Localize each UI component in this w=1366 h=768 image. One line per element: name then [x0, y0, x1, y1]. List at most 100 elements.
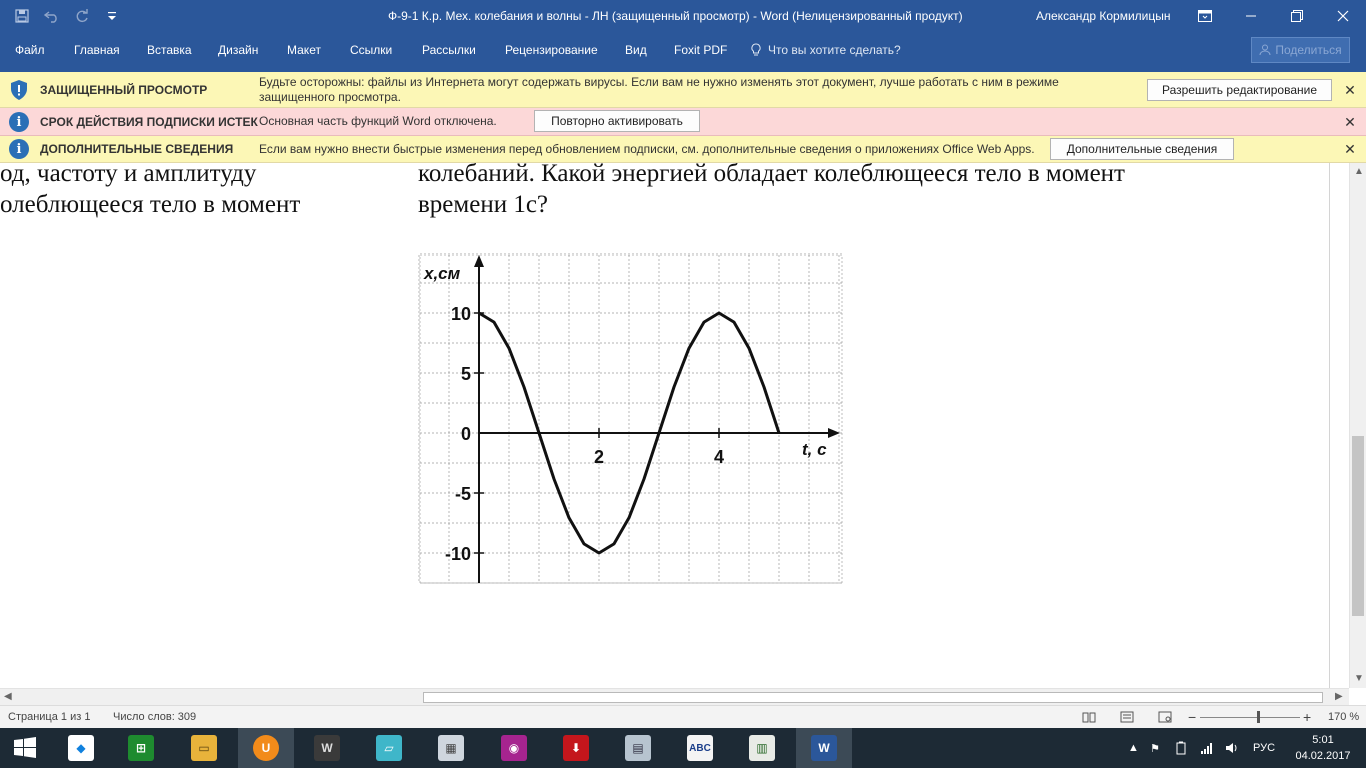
close-subscription-bar-icon[interactable]: ✕ [1343, 115, 1357, 129]
tab-home[interactable]: Главная [74, 32, 120, 68]
reactivate-button[interactable]: Повторно активировать [534, 110, 700, 132]
minimize-icon[interactable] [1228, 0, 1274, 32]
downloader-app[interactable]: ⬇ [548, 728, 604, 768]
protected-view-text-line2: защищенного просмотра. [259, 90, 401, 104]
abc-net-app[interactable]: ABC [672, 728, 728, 768]
volume-icon[interactable] [1225, 728, 1239, 768]
windows-logo-icon [14, 737, 36, 758]
clock[interactable]: 5:01 04.02.2017 [1290, 732, 1356, 764]
share-label: Поделиться [1275, 43, 1342, 57]
person-icon [1259, 44, 1271, 56]
info-icon: i [9, 112, 29, 132]
scroll-down-icon[interactable]: ▼ [1354, 673, 1364, 684]
scroll-left-icon[interactable]: ◀ [4, 691, 12, 702]
y-tick-label: 0 [461, 424, 471, 444]
share-button[interactable]: Поделиться [1251, 37, 1350, 63]
y-axis-label: x,см [423, 264, 461, 283]
subscription-expired-title: СРОК ДЕЙСТВИЯ ПОДПИСКИ ИСТЕК [40, 115, 258, 129]
tab-layout[interactable]: Макет [287, 32, 321, 68]
additional-info-bar: i ДОПОЛНИТЕЛЬНЫЕ СВЕДЕНИЯ Если вам нужно… [0, 136, 1366, 163]
vertical-scroll-thumb[interactable] [1352, 436, 1364, 616]
tab-references[interactable]: Ссылки [350, 32, 392, 68]
document-area[interactable]: од, частоту и амплитуду олеблющееся тело… [0, 163, 1326, 688]
tab-review[interactable]: Рецензирование [505, 32, 598, 68]
start-button[interactable] [0, 728, 50, 768]
explorer-app[interactable]: ▭ [176, 728, 232, 768]
subscription-expired-text: Основная часть функций Word отключена. [259, 114, 497, 128]
x-tick-label: 2 [594, 447, 604, 467]
folder-icon: ▭ [191, 735, 217, 761]
language-indicator[interactable]: РУС [1253, 728, 1275, 768]
monitor-icon: ▤ [625, 735, 651, 761]
tank-icon: W [314, 735, 340, 761]
vertical-scrollbar[interactable]: ▲ ▼ [1349, 163, 1366, 688]
flag-icon[interactable]: ⚑ [1150, 728, 1160, 768]
quick-access-toolbar [10, 0, 124, 32]
zoom-level[interactable]: 170 % [1328, 706, 1359, 728]
ribbon-display-options-icon[interactable] [1182, 0, 1228, 32]
tab-file[interactable]: Файл [15, 32, 45, 68]
word-count[interactable]: Число слов: 309 [113, 706, 196, 728]
close-protected-bar-icon[interactable]: ✕ [1343, 83, 1357, 97]
dropbox-app[interactable]: ◆ [53, 728, 109, 768]
reader-app[interactable]: ▥ [734, 728, 790, 768]
protected-view-title: ЗАЩИЩЕННЫЙ ПРОСМОТР [40, 83, 208, 97]
uc-browser-app[interactable]: U [238, 728, 294, 768]
battery-icon[interactable] [1175, 728, 1187, 768]
tab-insert[interactable]: Вставка [147, 32, 192, 68]
camera-app[interactable]: ◉ [486, 728, 542, 768]
tell-me-box[interactable]: Что вы хотите сделать? [750, 32, 901, 68]
zoom-in-icon[interactable]: + [1303, 706, 1311, 728]
close-icon[interactable] [1320, 0, 1366, 32]
enable-editing-button[interactable]: Разрешить редактирование [1147, 79, 1332, 101]
show-hidden-icons-icon[interactable]: ▲ [1128, 728, 1139, 768]
y-tick-label: 10 [451, 304, 471, 324]
horizontal-scroll-thumb[interactable] [423, 692, 1323, 703]
calculator-icon: ▦ [438, 735, 464, 761]
undo-icon[interactable] [40, 4, 64, 28]
tell-me-label: Что вы хотите сделать? [768, 43, 901, 57]
customize-toolbar-icon[interactable] [100, 4, 124, 28]
info-icon: i [9, 139, 29, 159]
right-column-line-2: времени 1с? [418, 191, 549, 218]
notes-app[interactable]: ▱ [361, 728, 417, 768]
redo-icon[interactable] [70, 4, 94, 28]
user-name[interactable]: Александр Кормилицын [1036, 0, 1171, 32]
clock-date: 04.02.2017 [1295, 750, 1351, 762]
abc-net-icon: ABC [687, 735, 713, 761]
additional-info-title: ДОПОЛНИТЕЛЬНЫЕ СВЕДЕНИЯ [40, 142, 234, 156]
zoom-slider[interactable] [1200, 717, 1300, 718]
scroll-up-icon[interactable]: ▲ [1354, 166, 1364, 177]
camera-icon: ◉ [501, 735, 527, 761]
save-icon[interactable] [10, 4, 34, 28]
word-app[interactable]: W [796, 728, 852, 768]
calculator-app[interactable]: ▦ [423, 728, 479, 768]
horizontal-scrollbar[interactable]: ◀ ▶ [0, 688, 1349, 705]
protected-view-text-line1: Будьте осторожны: файлы из Интернета мог… [259, 75, 1059, 89]
y-tick-label: 5 [461, 364, 471, 384]
page-count[interactable]: Страница 1 из 1 [8, 706, 90, 728]
reader-icon: ▥ [749, 735, 775, 761]
tab-view[interactable]: Вид [625, 32, 647, 68]
tab-foxit-pdf[interactable]: Foxit PDF [674, 32, 727, 68]
left-column-line-2: олеблющееся тело в момент [0, 191, 301, 218]
wifi-icon[interactable] [1200, 728, 1214, 768]
zoom-out-icon[interactable]: − [1188, 706, 1196, 728]
tab-mailings[interactable]: Рассылки [422, 32, 476, 68]
y-tick-label: -10 [445, 544, 471, 564]
scroll-right-icon[interactable]: ▶ [1335, 691, 1343, 702]
tab-design[interactable]: Дизайн [218, 32, 258, 68]
zoom-slider-knob[interactable] [1257, 711, 1260, 723]
clock-time: 5:01 [1312, 734, 1334, 746]
store-app[interactable]: ⊞ [113, 728, 169, 768]
more-details-button[interactable]: Дополнительные сведения [1050, 138, 1234, 160]
system-monitor-app[interactable]: ▤ [610, 728, 666, 768]
y-tick-label: -5 [455, 484, 471, 504]
word-icon: W [811, 735, 837, 761]
document-title: Ф-9-1 К.р. Мех. колебания и волны - ЛН (… [388, 9, 963, 23]
taskbar: ◆ ⊞ ▭ U W ▱ ▦ ◉ ⬇ ▤ ABC ▥ W ▲ ⚑ РУС 5:01… [0, 728, 1366, 768]
restore-icon[interactable] [1274, 0, 1320, 32]
world-of-tanks-app[interactable]: W [299, 728, 355, 768]
close-additional-bar-icon[interactable]: ✕ [1343, 142, 1357, 156]
title-bar: Ф-9-1 К.р. Мех. колебания и волны - ЛН (… [0, 0, 1366, 32]
